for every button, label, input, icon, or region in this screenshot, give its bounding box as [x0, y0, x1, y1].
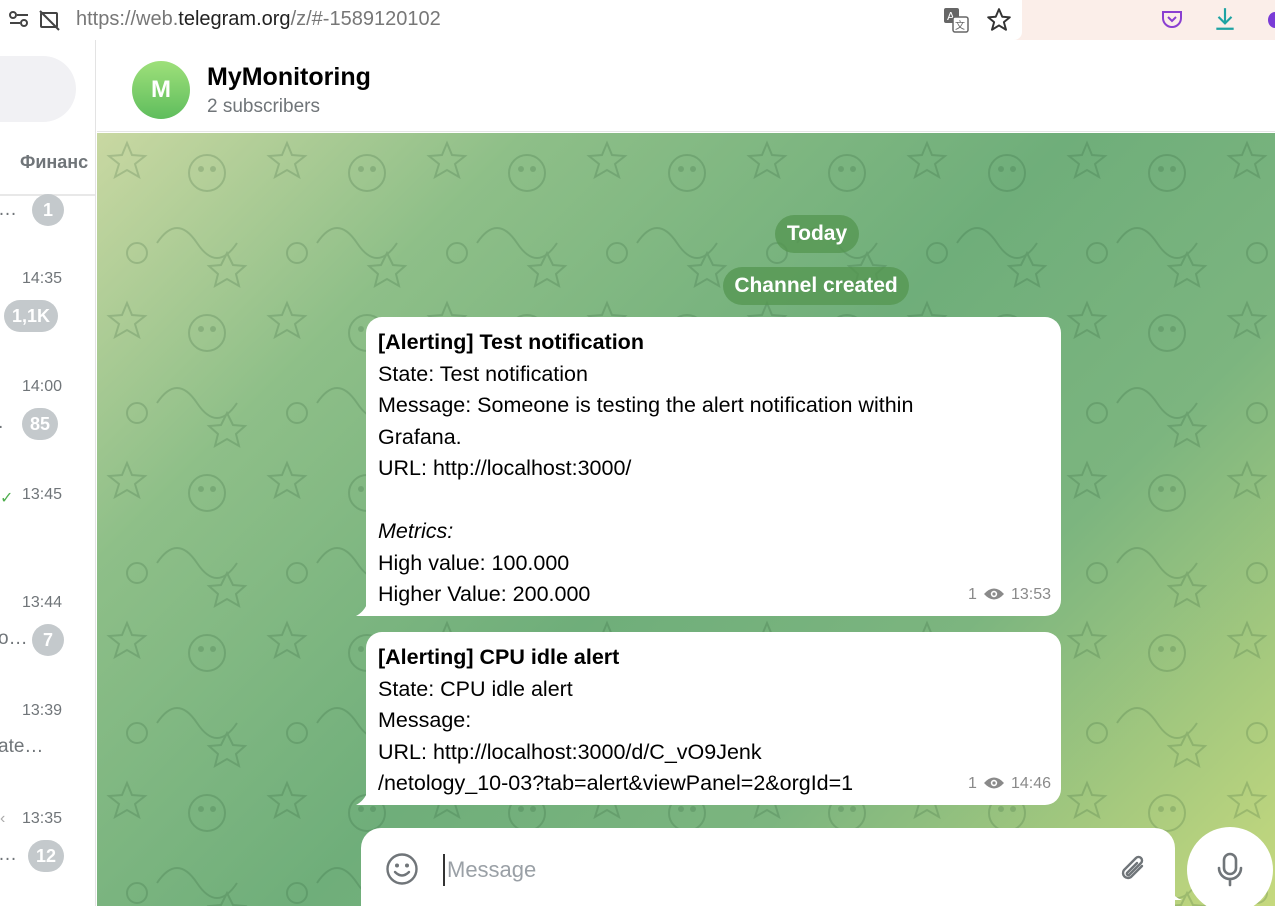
- browser-toolbar: https://web.telegram.org/z/#-1589120102 …: [0, 0, 1275, 40]
- chat-time: 14:35: [21, 270, 62, 287]
- read-check-icon: ✓: [0, 490, 14, 507]
- chat-time: 13:39: [21, 702, 62, 719]
- download-icon[interactable]: [1212, 6, 1238, 32]
- address-bar[interactable]: https://web.telegram.org/z/#-1589120102 …: [0, 0, 1022, 40]
- url-prefix: https://web.: [76, 8, 179, 30]
- bookmark-star-icon[interactable]: [986, 7, 1012, 33]
- translate-icon[interactable]: A 文: [942, 6, 970, 34]
- bubble-tail: [356, 602, 368, 616]
- chat-snippet: ate…: [0, 736, 44, 757]
- chat-header[interactable]: M MyMonitoring 2 subscribers: [97, 40, 1275, 132]
- pocket-icon[interactable]: [1160, 7, 1184, 31]
- message-time: 13:53: [1010, 585, 1051, 603]
- message-line: State: Test notification: [378, 361, 588, 386]
- url-path: /z/#-1589120102: [290, 8, 441, 30]
- view-count: 1: [968, 585, 977, 603]
- message-title: [Alerting] CPU idle alert: [378, 645, 620, 669]
- chat-time: 14:00: [21, 378, 62, 395]
- message-bubble[interactable]: [Alerting] CPU idle alert State: CPU idl…: [356, 632, 1061, 805]
- folder-tab[interactable]: Финанс: [20, 152, 88, 173]
- chat-snippet: .: [0, 412, 3, 434]
- service-message: Channel created: [723, 267, 909, 305]
- message-line: [378, 485, 1049, 517]
- eye-icon: [983, 588, 1004, 600]
- view-count: 1: [968, 774, 977, 792]
- unread-badge: 12: [28, 840, 65, 872]
- message-line: Message: Someone is testing the alert no…: [378, 393, 914, 417]
- message-meta: 1 13:53: [968, 579, 1051, 611]
- date-separator: Today: [775, 215, 859, 253]
- chat-list-sidebar: Финанс … 1 14:35 1,1K 14:00 . 85 ✓ 13:45…: [0, 40, 96, 906]
- composer-tail: [1162, 880, 1182, 900]
- not-secure-icon[interactable]: [38, 8, 62, 32]
- chat-list-item[interactable]: 14:00 . 85: [0, 378, 95, 486]
- bubble-tail: [356, 791, 368, 805]
- chat-list-item[interactable]: 13:44 o… 7: [0, 594, 95, 702]
- voice-record-button[interactable]: [1187, 827, 1273, 906]
- unread-badge: 7: [32, 624, 64, 656]
- url-domain: telegram.org: [178, 8, 291, 30]
- message-bubble[interactable]: [Alerting] Test notification State: Test…: [356, 317, 1061, 616]
- chat-list-item[interactable]: 14:35 1,1K: [0, 270, 95, 378]
- chat-list-item[interactable]: ✓ 13:45: [0, 486, 95, 594]
- message-line: High value: 100.000: [378, 550, 570, 575]
- chat-time: 13:45: [21, 486, 62, 503]
- message-time: 14:46: [1010, 774, 1051, 792]
- eye-icon: [983, 777, 1004, 789]
- channel-title: MyMonitoring: [207, 63, 371, 91]
- chat-snippet: …: [0, 199, 17, 221]
- chat-time: 13:35: [21, 810, 62, 827]
- chat-list-item[interactable]: ‹ 13:35 … 12: [0, 810, 95, 906]
- message-line: Metrics:: [378, 519, 454, 543]
- message-link[interactable]: /netology_10-03?tab=alert&viewPanel=2&or…: [378, 768, 1049, 800]
- emoji-icon[interactable]: [385, 852, 419, 886]
- message-line: Grafana.: [378, 424, 462, 449]
- message-meta: 1 14:46: [968, 768, 1051, 800]
- message-line: Message:: [378, 708, 472, 732]
- message-line: Higher Value: 200.000: [378, 582, 591, 606]
- message-link[interactable]: URL: http://localhost:3000/: [378, 453, 1049, 485]
- url-text[interactable]: https://web.telegram.org/z/#-1589120102: [76, 8, 441, 31]
- unread-badge: 1,1K: [4, 300, 59, 332]
- chat-snippet: …: [0, 844, 17, 866]
- message-link[interactable]: URL: http://localhost:3000/d/C_vO9Jenk: [378, 737, 1049, 769]
- message-composer: [361, 828, 1175, 906]
- search-input[interactable]: [0, 56, 76, 122]
- channel-subtitle: 2 subscribers: [207, 96, 320, 117]
- message-input[interactable]: [443, 854, 1083, 886]
- attach-icon[interactable]: [1118, 852, 1150, 886]
- chat-list-item[interactable]: 13:39 ate…: [0, 702, 95, 810]
- site-settings-icon[interactable]: [8, 8, 30, 30]
- chat-snippet: o…: [0, 628, 28, 649]
- profile-icon[interactable]: [1268, 12, 1275, 28]
- message-line: State: CPU idle alert: [378, 676, 573, 701]
- channel-avatar[interactable]: M: [132, 61, 190, 119]
- message-title: [Alerting] Test notification: [378, 330, 644, 354]
- svg-text:文: 文: [955, 19, 965, 32]
- muted-icon: ‹: [0, 810, 6, 827]
- chat-time: 13:44: [21, 594, 62, 611]
- microphone-icon: [1217, 852, 1243, 887]
- unread-badge: 1: [32, 194, 64, 226]
- unread-badge: 85: [22, 408, 59, 440]
